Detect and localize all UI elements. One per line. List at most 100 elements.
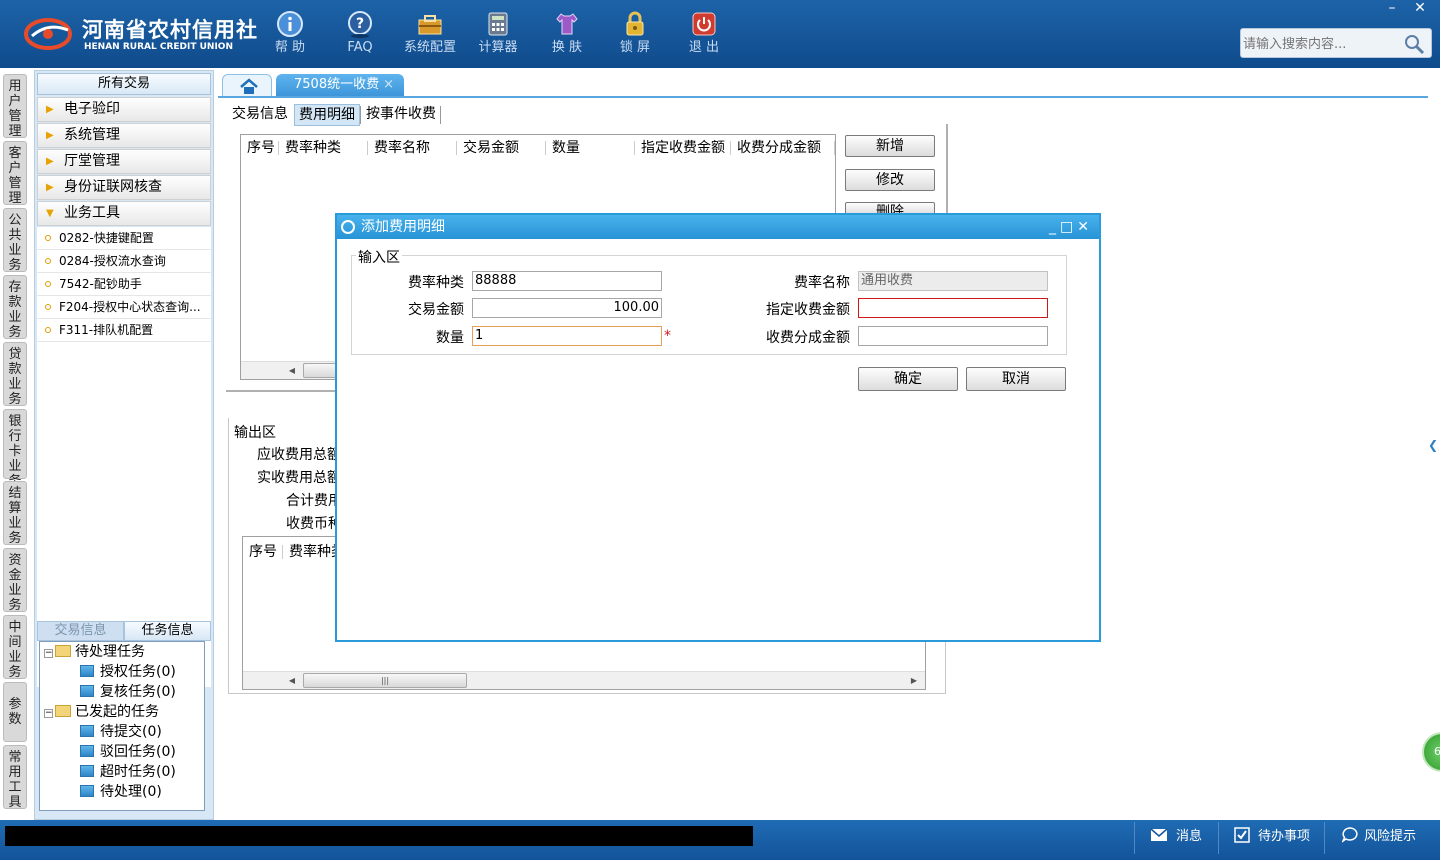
chat-bubble-icon xyxy=(1341,827,1358,844)
divider xyxy=(440,106,441,124)
menu-business-tools[interactable]: ▼ 业务工具 xyxy=(37,201,211,226)
edit-button[interactable]: 修改 xyxy=(845,169,935,191)
add-button[interactable]: 新增 xyxy=(845,135,935,157)
vtab-intermediate-business[interactable]: 中间业务 xyxy=(3,615,27,680)
calculator-button[interactable]: 计算器 xyxy=(468,6,528,62)
tool-label: 7542-配钞助手 xyxy=(59,277,142,291)
dialog-titlebar[interactable]: 添加费用明细 _□✕ xyxy=(337,215,1099,239)
tool-item[interactable]: F311-排队机配置 xyxy=(37,319,211,342)
skin-button[interactable]: 换 肤 xyxy=(537,6,597,62)
vtab-loan-business[interactable]: 贷款业务 xyxy=(3,342,27,407)
cancel-button[interactable]: 取消 xyxy=(966,367,1066,391)
rate-type-input[interactable]: 88888 xyxy=(472,271,662,291)
tree-label: 待处理任务 xyxy=(75,644,145,660)
close-tab-icon[interactable]: × xyxy=(383,74,394,96)
vtab-bank-card-business[interactable]: 银行卡业务 xyxy=(3,409,27,489)
vtab-customer-management[interactable]: 客户管理 xyxy=(3,141,27,206)
skin-label: 换 肤 xyxy=(551,40,583,55)
calculator-icon xyxy=(488,12,508,36)
risk-alert-button[interactable]: 风险提示 xyxy=(1341,826,1416,848)
vtab-fund-business[interactable]: 资金业务 xyxy=(3,548,27,613)
vtab-settlement-business[interactable]: 结算业务 xyxy=(3,481,27,546)
column-header[interactable]: 序号 xyxy=(243,539,283,565)
window-controls: – ✕ xyxy=(1378,0,1434,20)
tab-unified-charge[interactable]: 7508统一收费 × xyxy=(276,74,404,98)
subtab-transaction-info[interactable]: 交易信息 xyxy=(228,104,292,126)
todo-button[interactable]: 待办事项 xyxy=(1234,826,1310,848)
amount-input[interactable]: 100.00 xyxy=(472,298,662,318)
quantity-input[interactable]: 1 xyxy=(472,326,662,346)
tool-item[interactable]: 0284-授权流水查询 xyxy=(37,250,211,273)
designated-fee-input[interactable] xyxy=(858,298,1048,318)
receivable-total-label: 应收费用总额 xyxy=(257,447,341,463)
all-transactions-header[interactable]: 所有交易 xyxy=(37,73,211,95)
dialog-window-controls[interactable]: _□✕ xyxy=(1049,215,1093,239)
share-fee-input[interactable] xyxy=(858,326,1048,346)
tree-leaf[interactable]: 复核任务(0) xyxy=(80,682,176,702)
collapse-icon[interactable]: − xyxy=(44,709,53,718)
messages-button[interactable]: 消息 xyxy=(1150,826,1202,848)
vtab-common-tools[interactable]: 常用工具 xyxy=(3,745,27,810)
tree-leaf[interactable]: 超时任务(0) xyxy=(80,762,176,782)
vtab-parameters[interactable]: 参数 xyxy=(3,682,27,742)
menu-electronic-seal[interactable]: ▶ 电子验印 xyxy=(37,97,211,122)
subtab-charge-by-event[interactable]: 按事件收费 xyxy=(362,104,440,126)
document-tabs: 7508统一收费 × xyxy=(218,72,1428,98)
home-tab[interactable] xyxy=(222,74,272,98)
column-header[interactable]: 数量 xyxy=(546,135,635,161)
folder-icon xyxy=(55,705,71,717)
confirm-button[interactable]: 确定 xyxy=(858,367,958,391)
mail-icon xyxy=(1150,828,1168,841)
collapse-icon[interactable]: − xyxy=(44,649,53,658)
scroll-thumb[interactable]: ||| xyxy=(303,673,467,688)
subtab-fee-details[interactable]: 费用明细 xyxy=(294,104,360,126)
collapse-right-handle[interactable]: ❮ xyxy=(1428,420,1440,470)
folder-blue-icon xyxy=(80,665,94,677)
column-header[interactable]: 费率种类 xyxy=(279,135,368,161)
menu-system-management[interactable]: ▶ 系统管理 xyxy=(37,123,211,148)
exit-button[interactable]: 退 出 xyxy=(674,6,734,62)
tree-leaf[interactable]: 待处理(0) xyxy=(80,782,162,802)
column-header[interactable]: 序号 xyxy=(241,135,279,161)
divider xyxy=(1134,822,1135,854)
tree-leaf[interactable]: 驳回任务(0) xyxy=(80,742,176,762)
vtab-public-business[interactable]: 公共业务 xyxy=(3,208,27,273)
rate-name-input[interactable]: 通用收费 xyxy=(858,271,1048,291)
total-fee-label: 合计费用 xyxy=(286,493,342,509)
minimize-button[interactable]: – xyxy=(1378,0,1406,16)
scroll-right-icon[interactable]: ▶ xyxy=(905,672,923,689)
left-panel: 所有交易 ▶ 电子验印 ▶ 系统管理 ▶ 厅堂管理 ▶ 身份证联网核查 ▼ 业务工具 02… xyxy=(34,70,214,820)
shirt-icon xyxy=(556,13,578,35)
close-window-button[interactable]: ✕ xyxy=(1406,0,1434,16)
tree-node-pending[interactable]: − 待处理任务 xyxy=(44,642,145,662)
column-header[interactable]: 收费分成金额 xyxy=(731,135,835,161)
scroll-left-icon[interactable]: ◀ xyxy=(283,362,301,379)
vtab-deposit-business[interactable]: 存款业务 xyxy=(3,275,27,340)
column-header[interactable]: 指定收费金额 xyxy=(635,135,731,161)
tree-leaf[interactable]: 待提交(0) xyxy=(80,722,162,742)
column-header[interactable]: 费率名称 xyxy=(368,135,457,161)
tree-leaf[interactable]: 授权任务(0) xyxy=(80,662,176,682)
system-config-button[interactable]: 系统配置 xyxy=(400,6,460,62)
menu-id-verification[interactable]: ▶ 身份证联网核查 xyxy=(37,175,211,200)
help-button[interactable]: 帮 助 xyxy=(260,6,320,62)
vtab-user-management[interactable]: 用户管理 xyxy=(3,74,27,139)
caret-down-icon: ▼ xyxy=(46,208,54,219)
tool-item[interactable]: 7542-配钞助手 xyxy=(37,273,211,296)
column-header[interactable]: 交易金额 xyxy=(457,135,546,161)
tab-transaction-info[interactable]: 交易信息 xyxy=(37,621,124,641)
menu-hall-management[interactable]: ▶ 厅堂管理 xyxy=(37,149,211,174)
search-input[interactable] xyxy=(1243,34,1403,54)
logo-mark-icon xyxy=(24,18,72,50)
todo-label: 待办事项 xyxy=(1258,829,1311,844)
search-icon[interactable] xyxy=(1403,33,1425,55)
faq-button[interactable]: ? FAQ xyxy=(330,6,390,62)
scroll-left-icon[interactable]: ◀ xyxy=(283,672,301,689)
tree-node-initiated[interactable]: − 已发起的任务 xyxy=(44,702,159,722)
lock-screen-button[interactable]: 锁 屏 xyxy=(605,6,665,62)
dialog-title: 添加费用明细 xyxy=(361,219,445,235)
tool-item[interactable]: F204-授权中心状态查询... xyxy=(37,296,211,319)
tab-task-info[interactable]: 任务信息 xyxy=(124,621,211,641)
horizontal-scrollbar[interactable]: ◀ ||| ▶ xyxy=(243,671,925,689)
tool-item[interactable]: 0282-快捷键配置 xyxy=(37,227,211,250)
